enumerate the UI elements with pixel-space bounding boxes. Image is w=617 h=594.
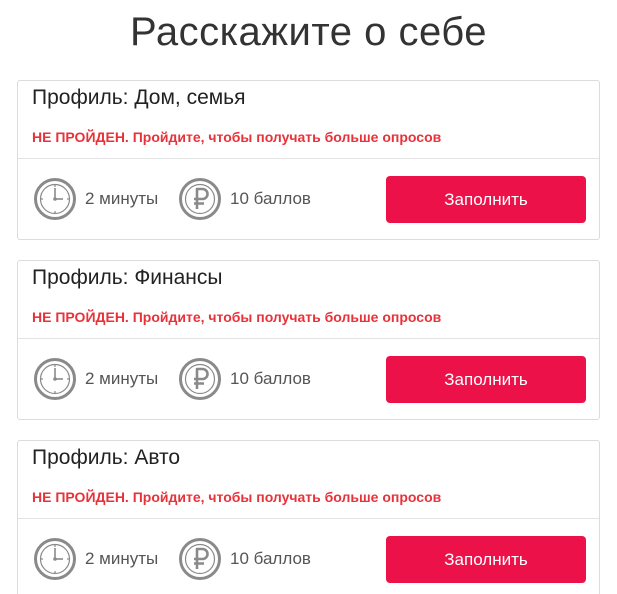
points-info: 10 баллов [178,177,311,221]
status-text: НЕ ПРОЙДЕН. Пройдите, чтобы получать бол… [32,129,442,145]
clock-icon [33,357,77,401]
fill-button[interactable]: Заполнить [386,356,586,403]
duration-text: 2 минуты [85,189,159,208]
points-text: 10 баллов [230,549,311,568]
card-divider [18,158,599,159]
points-info: 10 баллов [178,357,311,401]
points-text: 10 баллов [230,189,311,208]
duration-text: 2 минуты [85,369,159,388]
duration-text: 2 минуты [85,549,159,568]
page-title: Расскажите о себе [130,10,487,54]
card-title: Профиль: Дом, семья [32,86,246,109]
card-divider [18,518,599,519]
card-title: Профиль: Авто [32,446,181,469]
duration-info: 2 минуты [33,177,158,221]
survey-card-finance: Профиль: Финансы НЕ ПРОЙДЕН. Пройдите, ч… [17,260,600,420]
points-text: 10 баллов [230,369,311,388]
status-text: НЕ ПРОЙДЕН. Пройдите, чтобы получать бол… [32,309,442,325]
clock-icon [33,537,77,581]
duration-info: 2 минуты [33,537,158,581]
survey-card-home-family: Профиль: Дом, семья НЕ ПРОЙДЕН. Пройдите… [17,80,600,240]
survey-card-auto: Профиль: Авто НЕ ПРОЙДЕН. Пройдите, чтоб… [17,440,600,594]
status-text: НЕ ПРОЙДЕН. Пройдите, чтобы получать бол… [32,489,442,505]
ruble-icon [178,537,222,581]
clock-icon [33,177,77,221]
points-info: 10 баллов [178,537,311,581]
card-divider [18,338,599,339]
ruble-icon [178,357,222,401]
page: Расскажите о себе Профиль: Дом, семья НЕ… [0,0,617,594]
ruble-icon [178,177,222,221]
fill-button[interactable]: Заполнить [386,176,586,223]
fill-button[interactable]: Заполнить [386,536,586,583]
duration-info: 2 минуты [33,357,158,401]
card-title: Профиль: Финансы [32,266,223,289]
